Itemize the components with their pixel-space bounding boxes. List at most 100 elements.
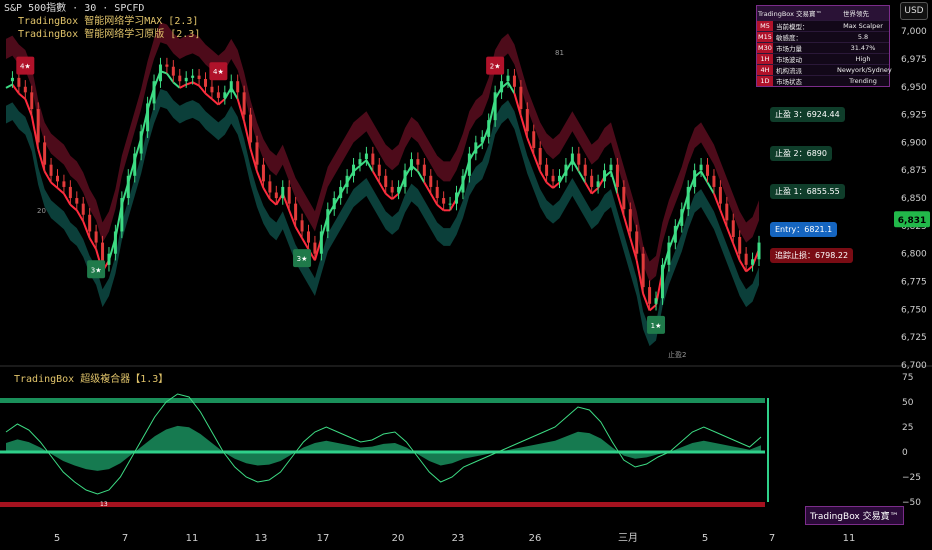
candle-body (313, 242, 317, 254)
price-tick-label: 6,900 (901, 138, 927, 148)
price-tick-label: 6,775 (901, 278, 927, 288)
candle-body (249, 114, 253, 143)
candle-body (397, 186, 401, 193)
candle-body (345, 175, 349, 187)
chart-annotation: 81 (555, 49, 564, 57)
candle-body (10, 77, 14, 82)
info-row: M5 当前模型： Max Scalper (757, 20, 889, 31)
candle-body (538, 147, 542, 165)
candle-body (564, 164, 568, 176)
candle-body (532, 131, 536, 148)
candle-body (165, 64, 169, 67)
candle-body (152, 81, 156, 104)
time-tick-label: 17 (317, 533, 330, 544)
candle-body (55, 175, 59, 182)
candle-body (699, 164, 703, 171)
candle-body (435, 186, 439, 199)
candle-body (223, 92, 227, 98)
candle-body (693, 170, 697, 187)
info-panel-tag: 世界领先 (843, 10, 869, 18)
chart-annotation: 止盈2 (668, 350, 686, 359)
candle-body (731, 220, 735, 238)
candle-body (358, 159, 362, 165)
candle-body (126, 175, 130, 199)
candle-body (487, 120, 491, 137)
time-tick-label: 7 (769, 533, 775, 544)
signal-label: 1★ (651, 322, 662, 330)
candle-body (467, 153, 471, 176)
time-tick-label: 11 (186, 533, 199, 544)
price-tick-label: 6,925 (901, 111, 927, 121)
candle-body (210, 86, 214, 93)
candle-body (204, 78, 208, 87)
time-tick-label: 13 (255, 533, 268, 544)
info-panel-brand: TradingBox 交易寶™ (758, 10, 822, 18)
candle-body (139, 131, 143, 154)
candle-body (557, 175, 561, 182)
candle-body (429, 175, 433, 187)
signal-label: 3★ (297, 255, 308, 263)
candle-body (706, 164, 710, 176)
info-row: 1H 市场波动 High (757, 53, 889, 64)
price-tick-label: 6,800 (901, 250, 927, 260)
price-tick-label: 6,750 (901, 305, 927, 315)
osc-bottom-strip (0, 502, 765, 507)
level-tag: 追踪止损：6798.22 (770, 247, 854, 263)
time-tick-label: 11 (843, 533, 856, 544)
candle-body (506, 75, 510, 82)
candle-body (738, 237, 742, 254)
candle-body (648, 287, 652, 304)
candle-body (17, 77, 21, 87)
candle-body (23, 86, 27, 93)
candle-body (216, 92, 220, 98)
currency-button[interactable]: USD (900, 2, 928, 20)
candle-body (339, 186, 343, 199)
osc-tick-label: 50 (902, 398, 914, 408)
info-panel-header: TradingBox 交易寶™ 世界领先 (757, 6, 889, 20)
chart-legend: S&P 500指數 · 30 · SPCFD TradingBox 智能网络学习… (4, 2, 200, 41)
candle-body (178, 75, 182, 82)
candle-body (512, 75, 516, 87)
candle-body (326, 209, 330, 232)
time-tick-label: 7 (122, 533, 128, 544)
candle-body (500, 81, 504, 93)
candle-body (81, 203, 85, 215)
candle-body (107, 253, 111, 265)
time-tick-label: 20 (392, 533, 405, 544)
candle-body (667, 242, 671, 265)
level-tag: 止盈 3：6924.44 (770, 107, 845, 123)
candle-body (113, 231, 117, 254)
candle-body (36, 109, 40, 143)
info-row: M30 市场力量 31.47% (757, 42, 889, 53)
osc-tick-label: −50 (902, 498, 921, 508)
candle-body (673, 225, 677, 243)
candle-body (377, 164, 381, 176)
osc-tick-label: 75 (902, 373, 913, 383)
candle-body (146, 103, 150, 132)
candle-body (287, 186, 291, 204)
candle-body (294, 203, 298, 221)
candle-body (274, 192, 278, 199)
osc-tick-label: 25 (902, 423, 913, 433)
candle-body (474, 142, 478, 154)
candle-body (628, 209, 632, 232)
candle-body (751, 259, 755, 265)
candle-body (364, 153, 368, 160)
candle-body (236, 81, 240, 93)
candle-body (570, 153, 574, 165)
candle-body (62, 181, 66, 187)
candle-body (75, 198, 79, 204)
info-panel: TradingBox 交易寶™ 世界领先 M5 当前模型： Max Scalper … (756, 5, 892, 87)
signal-label: 4★ (20, 63, 31, 71)
candle-body (686, 186, 690, 210)
candle-body (641, 253, 645, 288)
candle-body (409, 159, 413, 171)
price-tick-label: 7,000 (901, 27, 927, 37)
osc-tick-label: −25 (902, 473, 921, 483)
candle-body (590, 175, 594, 187)
candle-body (281, 186, 285, 199)
candle-body (384, 175, 388, 187)
candle-body (545, 164, 549, 176)
candle-body (88, 214, 92, 232)
candle-body (583, 164, 587, 176)
